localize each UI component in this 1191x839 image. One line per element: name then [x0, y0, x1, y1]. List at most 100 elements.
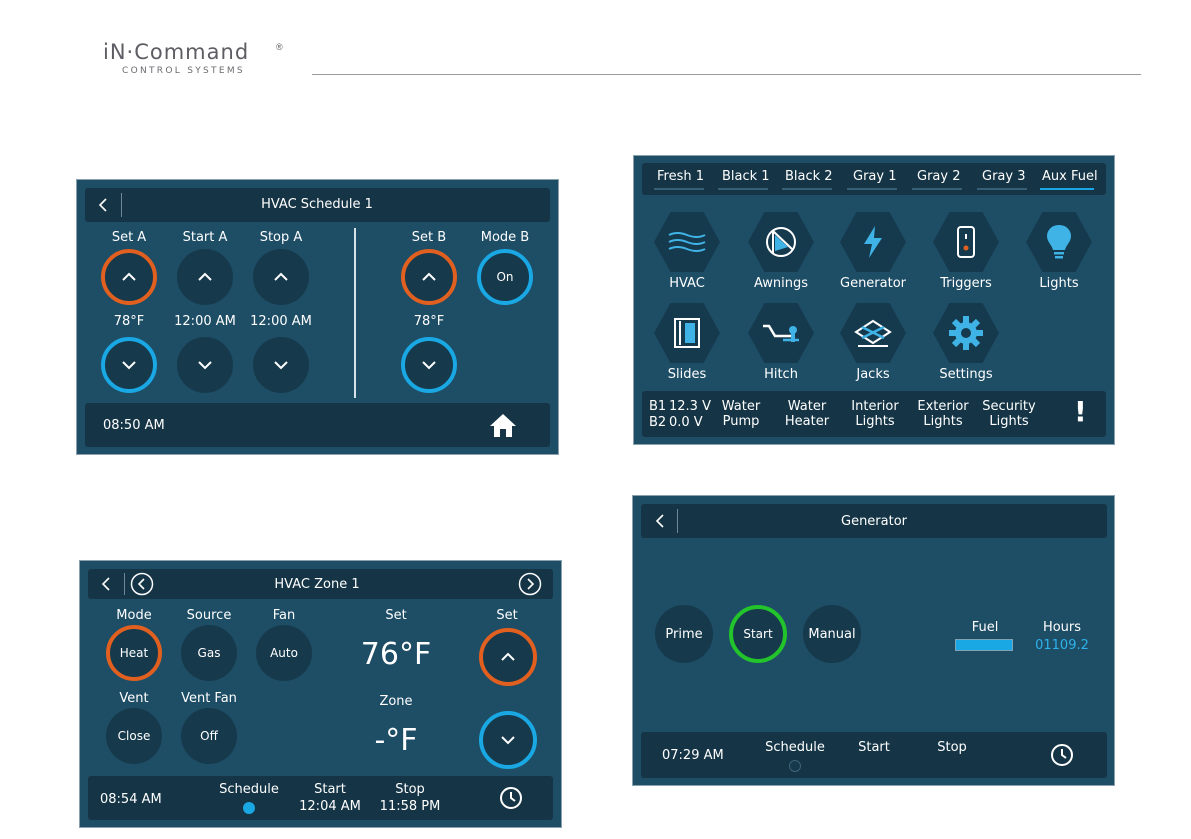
- schedule-label[interactable]: Schedule: [219, 782, 279, 797]
- back-chevron-icon[interactable]: [97, 198, 111, 212]
- battery-2-value: 0.0 V: [669, 415, 703, 430]
- tile-label-lights: Lights: [1039, 276, 1079, 291]
- chevron-up-icon: [198, 272, 212, 281]
- chevron-down-icon: [501, 736, 515, 745]
- start-a-down-button[interactable]: [177, 337, 233, 393]
- clock-time: 07:29 AM: [662, 748, 724, 763]
- prime-button[interactable]: Prime: [655, 605, 713, 663]
- schedule-indicator-dot: [243, 802, 255, 814]
- back-chevron-icon[interactable]: [654, 514, 668, 528]
- quick-bar: B1 12.3 V B2 0.0 V Water Pump Water Heat…: [642, 391, 1106, 437]
- tab-indicator: [847, 188, 897, 190]
- tank-tab-bar: Fresh 1 Black 1 Black 2 Gray 1 Gray 2 Gr…: [642, 163, 1106, 195]
- tile-label-settings: Settings: [939, 367, 993, 382]
- fuel-gauge-fill: [956, 640, 1012, 650]
- tab-indicator: [654, 188, 704, 190]
- hvac-schedule-panel: HVAC Schedule 1 Set A Start A Stop A Set…: [76, 179, 559, 455]
- stop-a-down-button[interactable]: [253, 337, 309, 393]
- tab-black-1[interactable]: Black 1: [722, 169, 770, 184]
- start-button[interactable]: Start: [729, 605, 787, 663]
- tab-indicator: [782, 188, 832, 190]
- manual-button[interactable]: Manual: [803, 605, 861, 663]
- battery-1-value: 12.3 V: [669, 399, 711, 414]
- source-button[interactable]: Gas: [181, 625, 237, 681]
- fuel-gauge: [955, 639, 1013, 651]
- clock-time: 08:54 AM: [100, 792, 162, 807]
- chevron-down-icon: [122, 361, 136, 370]
- main-menu-panel: Fresh 1 Black 1 Black 2 Gray 1 Gray 2 Gr…: [633, 155, 1115, 445]
- set-b-value: 78°F: [413, 314, 445, 329]
- tab-aux-fuel[interactable]: Aux Fuel: [1042, 169, 1098, 184]
- chevron-down-icon: [422, 361, 436, 370]
- home-icon[interactable]: [489, 412, 517, 438]
- set-down-button[interactable]: [479, 711, 537, 769]
- awnings-tile[interactable]: [748, 212, 814, 272]
- hvac-schedule-footer: 08:50 AM: [85, 403, 550, 447]
- set-a-value: 78°F: [113, 314, 145, 329]
- set-a-down-button[interactable]: [101, 337, 157, 393]
- exterior-lights-button[interactable]: Exterior Lights: [917, 397, 976, 431]
- start-value: 12:04 AM: [299, 799, 361, 814]
- tile-label-hitch: Hitch: [764, 367, 798, 382]
- set-a-up-button[interactable]: [101, 249, 157, 305]
- lightbulb-icon: [1047, 225, 1071, 259]
- water-pump-button[interactable]: Water Pump: [722, 397, 774, 431]
- page-title: HVAC Schedule 1: [261, 197, 373, 212]
- mode-label: Mode: [116, 608, 152, 623]
- jacks-tile[interactable]: [840, 303, 906, 363]
- slides-tile[interactable]: [654, 303, 720, 363]
- header-divider: [124, 573, 125, 595]
- lights-tile[interactable]: [1026, 212, 1092, 272]
- hitch-tile[interactable]: [748, 303, 814, 363]
- start-a-label: Start A: [182, 230, 228, 245]
- set-b-up-button[interactable]: [401, 249, 457, 305]
- jack-icon: [854, 319, 892, 347]
- header-rule: [312, 74, 1141, 75]
- tab-gray-3[interactable]: Gray 3: [982, 169, 1025, 184]
- chevron-down-icon: [274, 361, 288, 370]
- gear-icon: [949, 316, 983, 350]
- water-heater-line2: Heater: [784, 414, 830, 429]
- schedule-divider: [354, 228, 356, 398]
- hvac-waves-icon: [668, 232, 706, 252]
- tab-black-2[interactable]: Black 2: [785, 169, 833, 184]
- back-chevron-icon[interactable]: [100, 577, 114, 591]
- set-up-button[interactable]: [479, 628, 537, 686]
- set-a-label: Set A: [111, 230, 147, 245]
- tab-gray-2[interactable]: Gray 2: [917, 169, 960, 184]
- tab-fresh-1[interactable]: Fresh 1: [657, 169, 704, 184]
- start-a-up-button[interactable]: [177, 249, 233, 305]
- stop-value: 11:58 PM: [379, 799, 441, 814]
- circle-right-icon[interactable]: [518, 572, 542, 596]
- mode-button[interactable]: Heat: [106, 625, 162, 681]
- start-label: Start: [858, 740, 890, 755]
- mode-b-button[interactable]: On: [477, 249, 533, 305]
- battery-2-label: B2: [649, 415, 667, 430]
- schedule-label[interactable]: Schedule: [765, 740, 825, 755]
- clock-icon[interactable]: [1050, 743, 1074, 767]
- stop-a-up-button[interactable]: [253, 249, 309, 305]
- set-b-label: Set B: [411, 230, 447, 245]
- settings-tile[interactable]: [933, 303, 999, 363]
- vent-label: Vent: [119, 691, 149, 706]
- vent-fan-button[interactable]: Off: [181, 708, 237, 764]
- tile-label-jacks: Jacks: [856, 367, 890, 382]
- vent-button[interactable]: Close: [106, 708, 162, 764]
- water-heater-button[interactable]: Water Heater: [785, 397, 840, 431]
- clock-icon[interactable]: [499, 786, 523, 810]
- brand-logo: iN·Command: [103, 40, 250, 64]
- set-b-down-button[interactable]: [401, 337, 457, 393]
- generator-tile[interactable]: [840, 212, 906, 272]
- fan-button[interactable]: Auto: [256, 625, 312, 681]
- interior-lights-button[interactable]: Interior Lights: [851, 397, 908, 431]
- hitch-icon: [763, 324, 799, 342]
- hvac-zone-panel: HVAC Zone 1 Mode Source Fan Set Set Heat…: [79, 560, 562, 828]
- set-right-label: Set: [496, 608, 518, 623]
- stop-label: Stop: [937, 740, 967, 755]
- alert-icon[interactable]: !: [1074, 395, 1087, 428]
- security-lights-button[interactable]: Security Lights: [982, 397, 1042, 431]
- triggers-tile[interactable]: [933, 212, 999, 272]
- tab-gray-1[interactable]: Gray 1: [853, 169, 896, 184]
- hvac-tile[interactable]: [654, 212, 720, 272]
- circle-left-icon[interactable]: [130, 572, 154, 596]
